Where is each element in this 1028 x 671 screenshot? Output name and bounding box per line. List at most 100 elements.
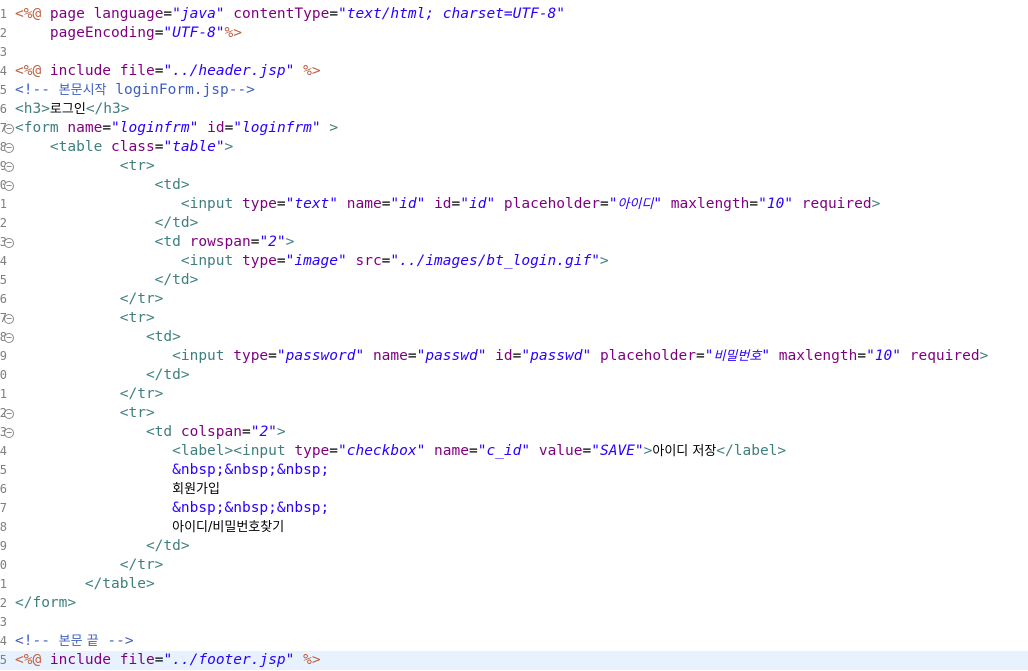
fold-toggle-icon[interactable]: − bbox=[4, 238, 14, 248]
code-text: <input type="text" name="id" id="id" pla… bbox=[15, 195, 880, 214]
code-token: "id" bbox=[460, 196, 496, 212]
code-token: </td> bbox=[15, 215, 199, 231]
code-line[interactable]: 1 <input type="text" name="id" id="id" p… bbox=[0, 195, 1028, 214]
code-token: 본문시작 bbox=[58, 83, 107, 98]
code-line[interactable]: 9 </td> bbox=[0, 537, 1028, 556]
code-token: "text" bbox=[285, 196, 339, 212]
code-token: %> bbox=[224, 25, 242, 41]
code-token: "passwd" bbox=[416, 348, 487, 364]
code-token: %> bbox=[294, 63, 321, 79]
code-token: --> bbox=[98, 633, 134, 649]
fold-toggle-icon[interactable]: − bbox=[4, 314, 14, 324]
code-line[interactable]: 4 <%@ include file="../header.jsp" %> bbox=[0, 62, 1028, 81]
code-token: colspan bbox=[172, 424, 242, 440]
code-line[interactable]: 6 회원가입 bbox=[0, 480, 1028, 499]
code-line[interactable]: 4 <label><input type="checkbox" name="c_… bbox=[0, 442, 1028, 461]
code-token: > bbox=[320, 120, 339, 136]
code-line[interactable]: 4 <input type="image" src="../images/bt_… bbox=[0, 252, 1028, 271]
code-text: pageEncoding="UTF-8"%> bbox=[15, 24, 242, 43]
code-editor[interactable]: 1 <%@ page language="java" contentType="t… bbox=[0, 0, 1028, 671]
line-number: 0 bbox=[0, 558, 7, 572]
fold-toggle-icon[interactable]: − bbox=[4, 181, 14, 191]
code-text: <!-- 본문시작 loginForm.jsp--> bbox=[15, 81, 255, 100]
code-line[interactable]: 3− <td rowspan="2"> bbox=[0, 233, 1028, 252]
code-line[interactable]: 0 </td> bbox=[0, 366, 1028, 385]
code-text: <tr> bbox=[15, 309, 155, 328]
code-line[interactable]: 6 </tr> bbox=[0, 290, 1028, 309]
code-text: 회원가입 bbox=[15, 480, 220, 499]
line-number: 1 bbox=[0, 577, 7, 591]
code-line[interactable]: 8− <table class="table"> bbox=[0, 138, 1028, 157]
code-text: <input type="image" src="../images/bt_lo… bbox=[15, 252, 609, 271]
code-token: = bbox=[241, 424, 251, 440]
fold-toggle-icon[interactable]: − bbox=[4, 333, 14, 343]
line-number: 9 bbox=[0, 349, 7, 363]
code-token: required bbox=[793, 196, 872, 212]
fold-toggle-icon[interactable]: − bbox=[4, 143, 14, 153]
code-line[interactable]: 4 <!-- 본문 끝 --> bbox=[0, 632, 1028, 651]
code-token: <table bbox=[15, 139, 103, 155]
code-line[interactable]: 1 </tr> bbox=[0, 385, 1028, 404]
line-number: 1 bbox=[0, 197, 7, 211]
code-line[interactable]: 7−<form name="loginfrm" id="loginfrm" > bbox=[0, 119, 1028, 138]
code-line[interactable]: 1 </table> bbox=[0, 575, 1028, 594]
code-token: = bbox=[329, 6, 339, 22]
code-token: maxlength bbox=[662, 196, 750, 212]
code-token: type bbox=[233, 196, 277, 212]
code-text: <tr> bbox=[15, 404, 155, 423]
fold-toggle-icon[interactable]: − bbox=[4, 409, 14, 419]
code-line[interactable]: 5 <%@ include file="../footer.jsp" %> bbox=[0, 651, 1028, 670]
code-line[interactable]: 2 pageEncoding="UTF-8"%> bbox=[0, 24, 1028, 43]
code-line[interactable]: 3 bbox=[0, 43, 1028, 62]
code-line[interactable]: 5 &nbsp;&nbsp;&nbsp; bbox=[0, 461, 1028, 480]
code-token: rowspan bbox=[180, 234, 251, 250]
code-token: </td> bbox=[15, 272, 199, 288]
code-token: id bbox=[198, 120, 225, 136]
code-line[interactable]: 5 <!-- 본문시작 loginForm.jsp--> bbox=[0, 81, 1028, 100]
code-line[interactable]: 3− <td colspan="2"> bbox=[0, 423, 1028, 442]
code-line[interactable]: 5 </td> bbox=[0, 271, 1028, 290]
code-token: "loginfrm" bbox=[233, 120, 321, 136]
code-token: <input bbox=[15, 348, 225, 364]
code-line[interactable]: 2 </td> bbox=[0, 214, 1028, 233]
code-line[interactable]: 2 </form> bbox=[0, 594, 1028, 613]
code-token: = bbox=[599, 196, 609, 212]
code-token: 비밀번호 bbox=[713, 349, 762, 364]
code-token: required bbox=[901, 348, 980, 364]
code-line[interactable]: 8− <td> bbox=[0, 328, 1028, 347]
code-line[interactable]: 3 bbox=[0, 613, 1028, 632]
code-token: "../footer.jsp" bbox=[163, 652, 295, 668]
code-line[interactable]: 6 <h3>로그인</h3> bbox=[0, 100, 1028, 119]
code-token: page language bbox=[41, 6, 164, 22]
code-line[interactable]: 7− <tr> bbox=[0, 309, 1028, 328]
fold-toggle-icon[interactable]: − bbox=[4, 124, 14, 134]
code-token: 회원가입 bbox=[172, 482, 220, 497]
code-token: "c_id" bbox=[477, 443, 531, 459]
code-line[interactable]: 0 </tr> bbox=[0, 556, 1028, 575]
code-token: = bbox=[329, 443, 339, 459]
code-line[interactable]: 8 아이디/비밀번호찾기 bbox=[0, 518, 1028, 537]
code-token: type bbox=[285, 443, 330, 459]
code-token: </label> bbox=[716, 443, 787, 459]
code-token: <!-- bbox=[15, 82, 59, 98]
code-token: = bbox=[276, 196, 286, 212]
code-token: </tr> bbox=[15, 291, 164, 307]
code-token: " bbox=[653, 196, 663, 212]
code-line[interactable]: 1 <%@ page language="java" contentType="t… bbox=[0, 5, 1028, 24]
fold-toggle-icon[interactable]: − bbox=[4, 428, 14, 438]
code-token: > bbox=[979, 348, 989, 364]
code-token: </table> bbox=[15, 576, 155, 592]
line-number: 2 bbox=[0, 596, 7, 610]
code-text: <%@ include file="../header.jsp" %> bbox=[15, 62, 321, 81]
code-line[interactable]: 9− <tr> bbox=[0, 157, 1028, 176]
code-line[interactable]: 7 &nbsp;&nbsp;&nbsp; bbox=[0, 499, 1028, 518]
code-token: = bbox=[268, 348, 277, 364]
line-number: 4 bbox=[0, 64, 7, 78]
code-line[interactable]: 0− <td> bbox=[0, 176, 1028, 195]
code-token: <tr> bbox=[15, 310, 155, 326]
code-line[interactable]: 2− <tr> bbox=[0, 404, 1028, 423]
fold-toggle-icon[interactable]: − bbox=[4, 162, 14, 172]
code-token: name bbox=[58, 120, 103, 136]
code-line[interactable]: 9 <input type="password" name="passwd" i… bbox=[0, 347, 1028, 366]
